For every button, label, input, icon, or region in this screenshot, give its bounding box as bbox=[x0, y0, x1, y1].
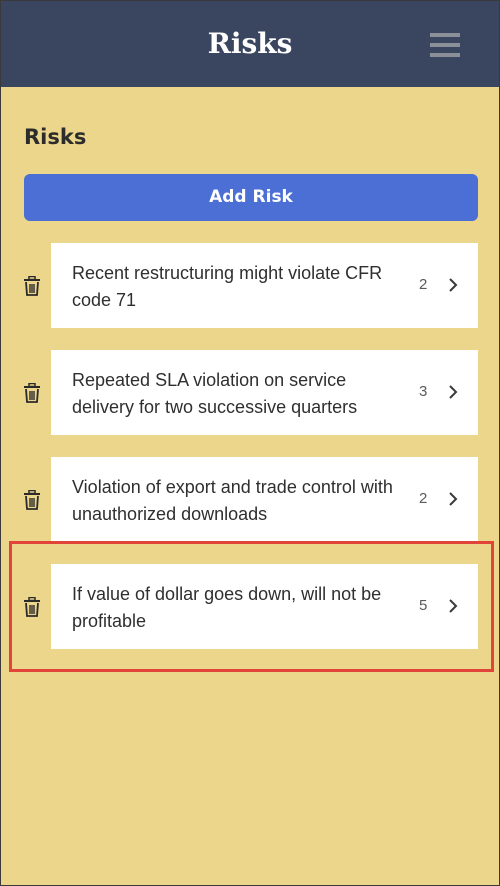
risk-description: Violation of export and trade control wi… bbox=[72, 477, 393, 524]
risk-card[interactable]: Recent restructuring might violate CFR c… bbox=[51, 243, 478, 328]
risk-count: 2 bbox=[419, 276, 428, 293]
chevron-right-icon[interactable] bbox=[447, 384, 459, 400]
chevron-right-icon[interactable] bbox=[447, 277, 459, 293]
risk-description: Repeated SLA violation on service delive… bbox=[72, 370, 358, 417]
trash-icon[interactable] bbox=[23, 276, 41, 296]
risk-description: If value of dollar goes down, will not b… bbox=[72, 584, 382, 631]
risk-count: 5 bbox=[419, 597, 428, 614]
trash-icon[interactable] bbox=[23, 490, 41, 510]
top-bar: Risks bbox=[1, 1, 499, 87]
risk-card[interactable]: If value of dollar goes down, will not b… bbox=[51, 564, 478, 649]
add-risk-button[interactable]: Add Risk bbox=[24, 174, 478, 221]
trash-icon[interactable] bbox=[23, 383, 41, 403]
risk-card[interactable]: Repeated SLA violation on service delive… bbox=[51, 350, 478, 435]
page-title: Risks bbox=[24, 125, 87, 149]
trash-icon[interactable] bbox=[23, 597, 41, 617]
risk-count: 2 bbox=[419, 490, 428, 507]
app-frame: Risks Risks Add Risk Recent restructurin… bbox=[0, 0, 500, 886]
risk-count: 3 bbox=[419, 383, 428, 400]
risk-description: Recent restructuring might violate CFR c… bbox=[72, 263, 383, 310]
risk-card[interactable]: Violation of export and trade control wi… bbox=[51, 457, 478, 542]
app-title: Risks bbox=[207, 27, 293, 60]
chevron-right-icon[interactable] bbox=[447, 598, 459, 614]
hamburger-menu-icon[interactable] bbox=[430, 33, 460, 59]
chevron-right-icon[interactable] bbox=[447, 491, 459, 507]
